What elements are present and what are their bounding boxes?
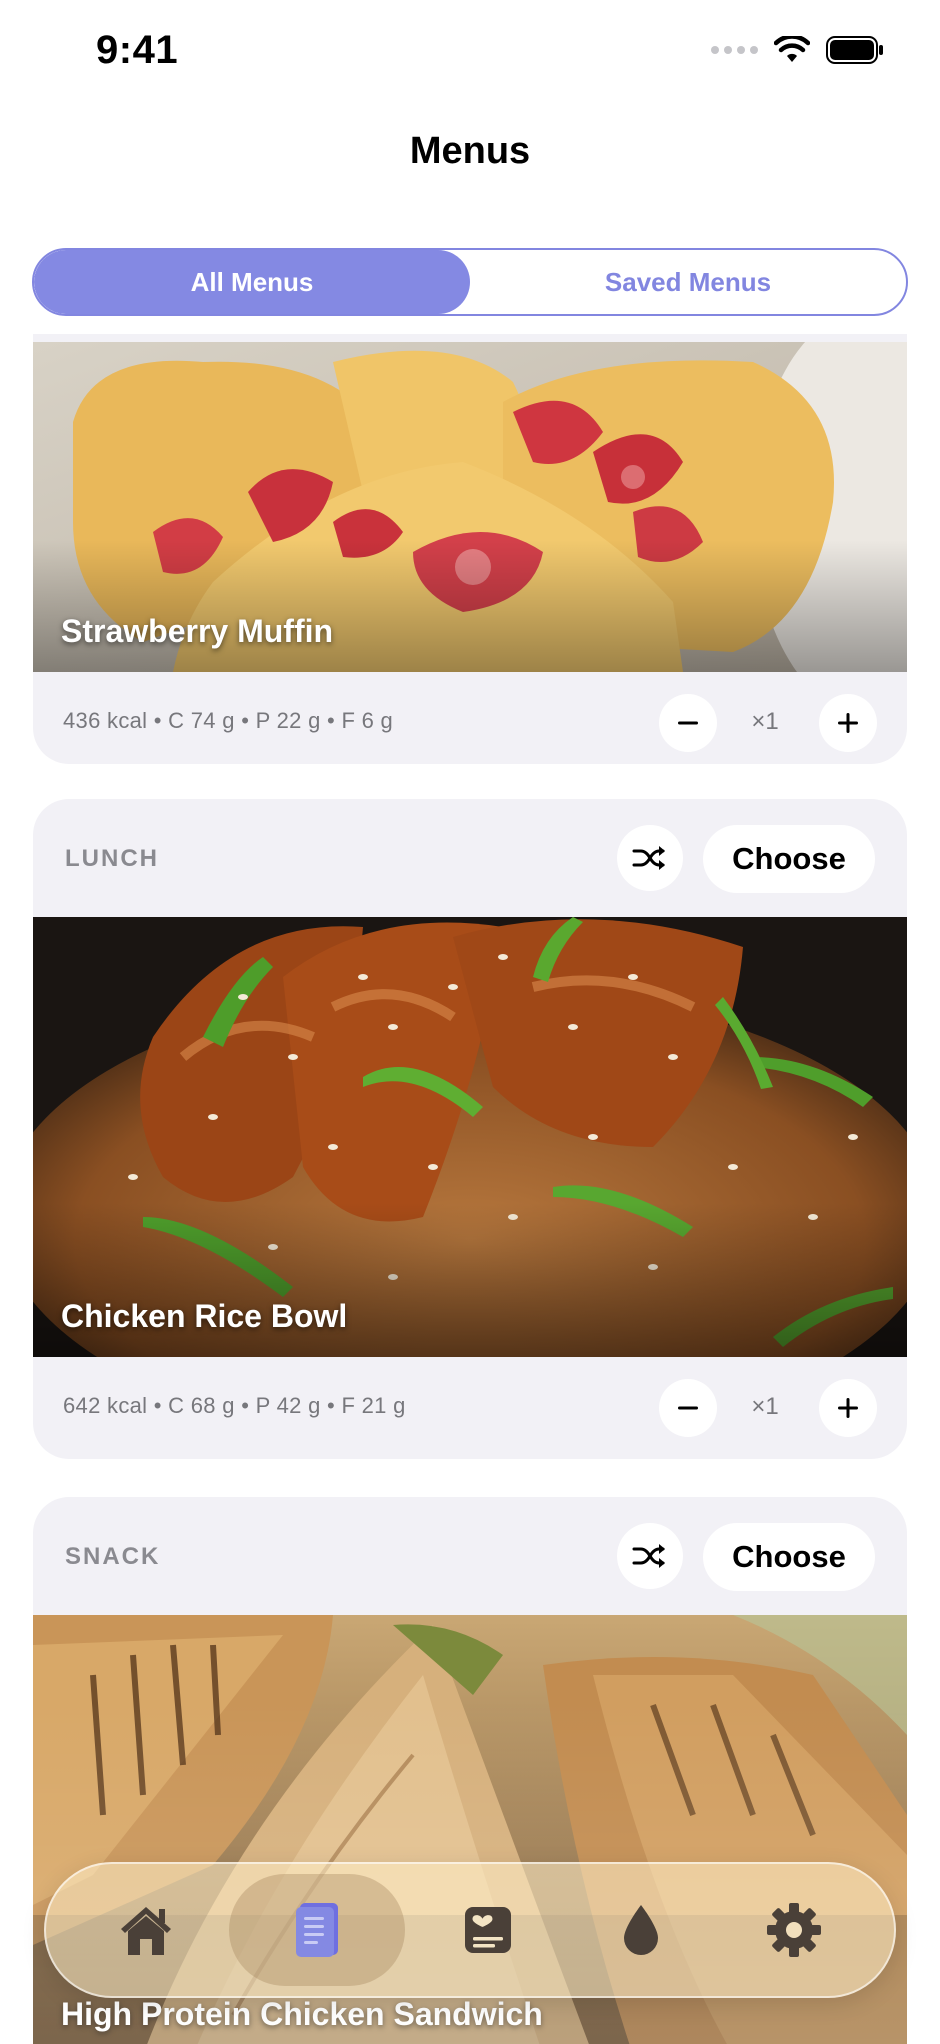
- journal-heart-icon: [464, 1907, 511, 1953]
- page-title: Menus: [409, 130, 531, 172]
- choose-button[interactable]: Choose: [703, 825, 875, 893]
- plus-icon: [838, 713, 858, 733]
- shuffle-icon: [632, 846, 665, 870]
- wifi-icon: [774, 36, 810, 62]
- tab-settings[interactable]: [724, 1874, 864, 1986]
- chicken-rice-bowl-image: [33, 917, 907, 1357]
- water-drop-icon: [623, 1905, 658, 1955]
- settings-gear-icon: [766, 1903, 821, 1957]
- decrease-quantity-button[interactable]: [659, 1379, 717, 1437]
- food-name: Chicken Rice Bowl: [61, 1298, 348, 1334]
- meal-label: LUNCH: [65, 845, 159, 872]
- battery-icon: [826, 36, 883, 64]
- meal-card-header: LUNCH Choose: [33, 799, 907, 917]
- macros-summary: 642 kcal • C 68 g • P 42 g • F 21 g: [63, 1393, 406, 1418]
- tab-menus[interactable]: [229, 1874, 406, 1986]
- minus-icon: [678, 721, 698, 725]
- tab-home[interactable]: [76, 1874, 216, 1986]
- status-time: 9:41: [96, 28, 179, 72]
- meal-card: LUNCH Choose Chicken Rice Bowl 642 kcal …: [33, 799, 907, 1459]
- decrease-quantity-button[interactable]: [659, 694, 717, 752]
- plus-icon: [838, 1398, 858, 1418]
- meal-label: SNACK: [65, 1543, 161, 1570]
- food-image[interactable]: Chicken Rice Bowl: [33, 917, 907, 1357]
- cellular-signal-icon: [711, 46, 758, 54]
- increase-quantity-button[interactable]: [819, 1379, 877, 1437]
- shuffle-button[interactable]: [617, 1523, 683, 1589]
- tab-journal[interactable]: [418, 1874, 558, 1986]
- tab-water[interactable]: [571, 1874, 711, 1986]
- tab-bar: [44, 1862, 896, 1998]
- minus-icon: [678, 1406, 698, 1410]
- shuffle-button[interactable]: [617, 825, 683, 891]
- status-icons: [711, 36, 884, 64]
- food-image[interactable]: Strawberry Muffin: [33, 342, 907, 672]
- menu-filter-segmented-control: All Menus Saved Menus: [32, 248, 908, 316]
- meal-card-header: [33, 334, 907, 342]
- shuffle-icon: [632, 1544, 665, 1568]
- quantity-value: ×1: [751, 1393, 779, 1420]
- food-name: High Protein Chicken Sandwich: [61, 1996, 543, 2032]
- meal-card-footer: 436 kcal • C 74 g • P 22 g • F 6 g ×1: [33, 672, 907, 764]
- meal-card-footer: 642 kcal • C 68 g • P 42 g • F 21 g ×1: [33, 1357, 907, 1457]
- menu-book-icon: [296, 1903, 339, 1957]
- meal-card-header: SNACK Choose: [33, 1497, 907, 1615]
- food-name: Strawberry Muffin: [61, 613, 334, 649]
- status-bar: 9:41: [0, 0, 940, 110]
- home-icon: [121, 1907, 172, 1955]
- menu-list[interactable]: Strawberry Muffin 436 kcal • C 74 g • P …: [0, 334, 940, 2044]
- choose-button[interactable]: Choose: [703, 1523, 875, 1591]
- quantity-value: ×1: [751, 708, 779, 735]
- macros-summary: 436 kcal • C 74 g • P 22 g • F 6 g: [63, 708, 394, 733]
- segment-saved-menus[interactable]: Saved Menus: [470, 250, 906, 314]
- increase-quantity-button[interactable]: [819, 694, 877, 752]
- menus-screen: 9:41 Menus All Menus Saved Menus Strawbe…: [0, 0, 940, 2044]
- segment-all-menus[interactable]: All Menus: [34, 250, 470, 314]
- meal-card: Strawberry Muffin 436 kcal • C 74 g • P …: [33, 334, 907, 764]
